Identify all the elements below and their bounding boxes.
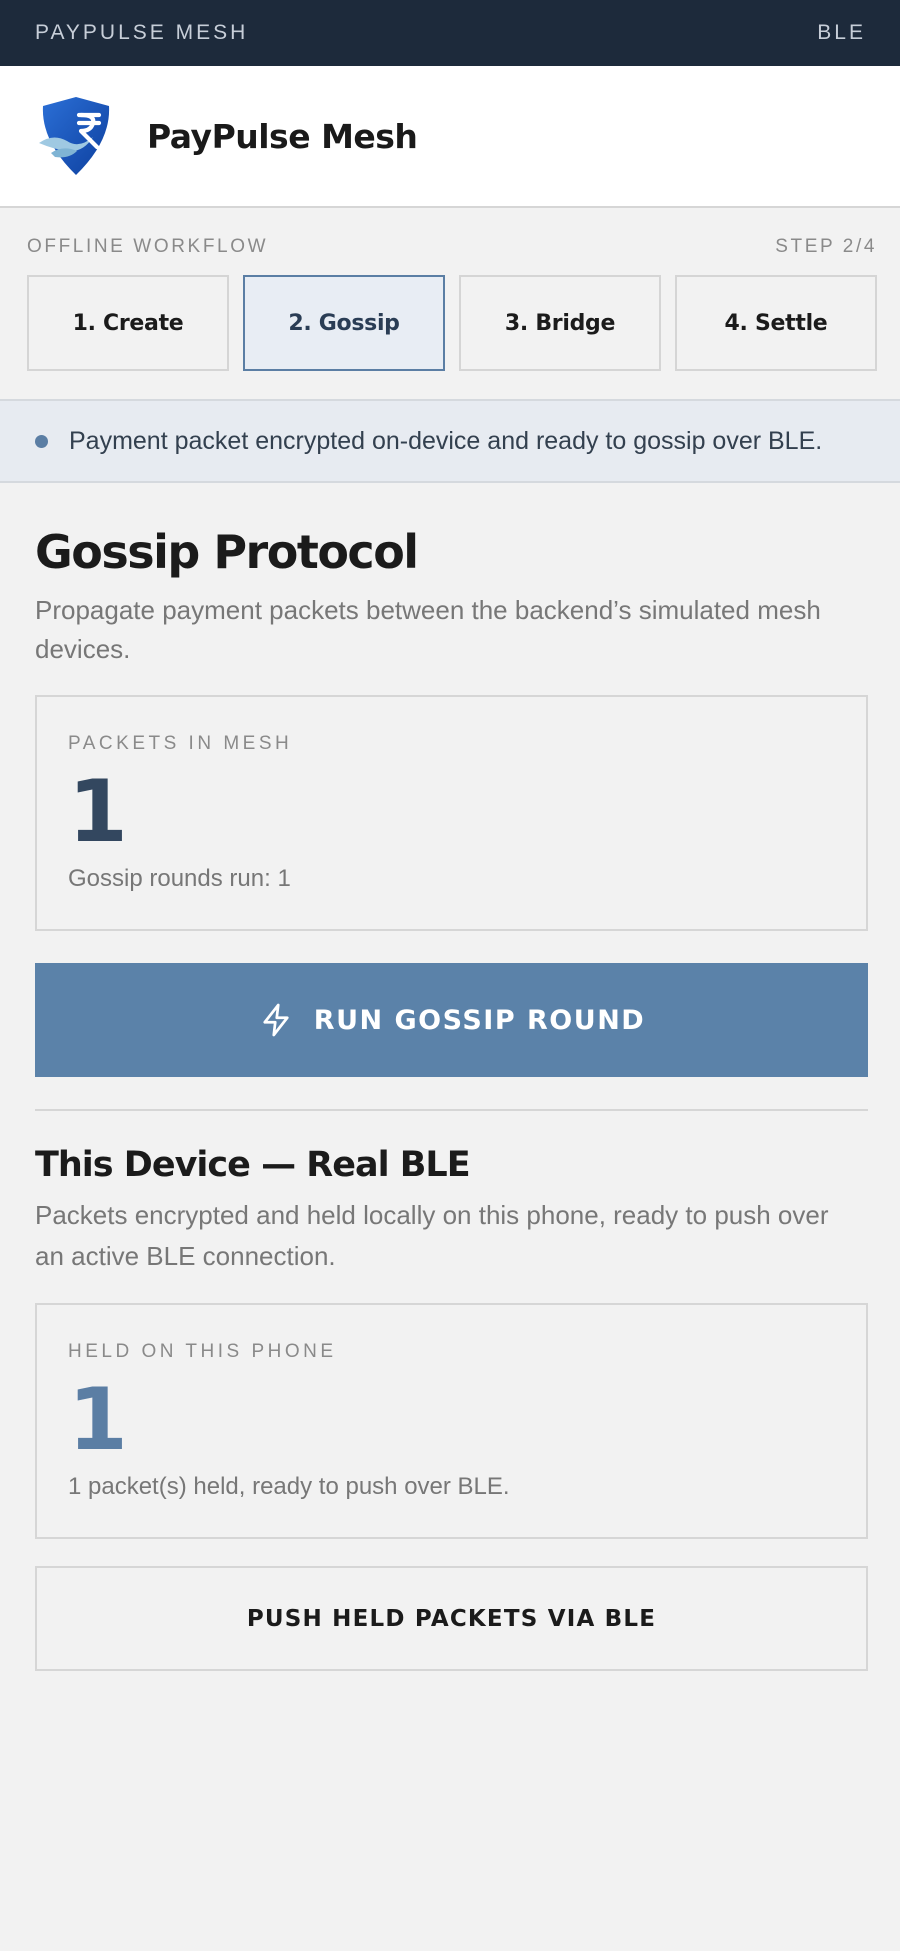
tab-gossip[interactable]: 2. Gossip [243,275,445,371]
workflow-header: OFFLINE WORKFLOW STEP 2/4 [27,236,877,258]
held-on-phone-card: HELD ON THIS PHONE 1 1 packet(s) held, r… [35,1303,868,1539]
stat-label: PACKETS IN MESH [68,733,293,754]
status-notice: Payment packet encrypted on-device and r… [0,399,900,483]
device-title: This Device — Real BLE [35,1145,471,1185]
stat-description: Gossip rounds run: 1 [68,865,291,892]
top-bar: PAYPULSE MESH BLE [0,0,900,66]
stat-value: 1 [68,762,128,862]
brand-header: PayPulse Mesh [0,66,900,208]
tab-settle[interactable]: 4. Settle [675,275,877,371]
stat-label: HELD ON THIS PHONE [68,1341,337,1362]
notice-text: Payment packet encrypted on-device and r… [69,426,823,455]
gossip-title: Gossip Protocol [35,525,419,579]
app-title: PAYPULSE MESH [35,21,249,44]
step-indicator: STEP 2/4 [775,236,877,257]
stat-value: 1 [68,1370,128,1470]
brand-name: PayPulse Mesh [147,116,418,156]
ble-link[interactable]: BLE [817,21,866,45]
bolt-icon [263,1003,289,1037]
status-dot-icon [35,434,48,448]
section-divider [35,1109,868,1111]
run-gossip-round-button[interactable]: RUN GOSSIP ROUND [35,963,868,1077]
push-held-packets-button[interactable]: PUSH HELD PACKETS VIA BLE [35,1566,868,1671]
main-content: Gossip Protocol Propagate payment packet… [0,525,900,1671]
step-tabs: 1. Create 2. Gossip 3. Bridge 4. Settle [27,275,877,371]
stat-description: 1 packet(s) held, ready to push over BLE… [68,1473,510,1500]
workflow-label: OFFLINE WORKFLOW [27,236,269,257]
gossip-subtitle: Propagate payment packets between the ba… [35,595,821,664]
run-gossip-round-label: RUN GOSSIP ROUND [313,1004,646,1036]
rupee-shield-logo [39,97,110,175]
workflow-section: OFFLINE WORKFLOW STEP 2/4 1. Create 2. G… [0,208,900,371]
tab-bridge[interactable]: 3. Bridge [459,275,661,371]
device-subtitle: Packets encrypted and held locally on th… [35,1200,829,1271]
tab-create[interactable]: 1. Create [27,275,229,371]
packets-in-mesh-card: PACKETS IN MESH 1 Gossip rounds run: 1 [35,695,868,931]
